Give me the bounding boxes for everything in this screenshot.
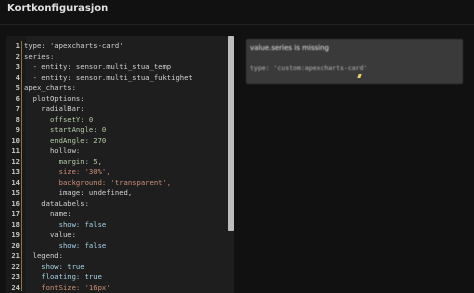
code-line[interactable]: 20 show: false <box>6 241 228 251</box>
code-line[interactable]: 19 value: <box>6 230 228 240</box>
code-line[interactable]: 11 hollow: <box>6 146 228 156</box>
code-text: - entity: sensor.multi_stua_temp <box>24 62 172 71</box>
code-line[interactable]: 14 background: 'transparent', <box>6 178 228 188</box>
line-number: 9 <box>15 125 20 134</box>
code-line[interactable]: 10 endAngle: 270 <box>6 136 228 146</box>
code-line[interactable]: 2 series: <box>6 52 228 62</box>
code-text: dataLabels: <box>24 198 89 208</box>
line-number: 17 <box>11 209 20 218</box>
line-number: 15 <box>11 188 20 197</box>
line-number: 22 <box>11 261 20 271</box>
line-number: 11 <box>11 146 20 155</box>
code-text: margin: 5, <box>24 156 102 166</box>
line-number: 7 <box>15 104 20 113</box>
code-line[interactable]: 13 size: '30%', <box>6 167 228 177</box>
line-number: 18 <box>11 219 20 229</box>
line-number: 19 <box>11 230 20 239</box>
dialog-title: Kortkonfigurasjon <box>7 3 109 14</box>
code-line[interactable]: 1 type: 'apexcharts-card' <box>6 41 228 51</box>
line-number: 24 <box>11 282 20 292</box>
header-divider <box>0 24 474 25</box>
code-text: offsetY: 0 <box>24 114 94 124</box>
code-text: radialBar: <box>24 104 85 113</box>
line-number: 4 <box>15 72 20 82</box>
code-line[interactable]: 18 show: false <box>6 220 228 230</box>
code-text: floating: true <box>24 272 102 281</box>
line-number: 13 <box>11 167 20 176</box>
line-number: 1 <box>15 41 20 50</box>
code-text: show: false <box>24 219 107 229</box>
code-text: value: <box>24 230 76 239</box>
code-text: endAngle: 270 <box>24 135 107 145</box>
line-number: 14 <box>11 177 20 187</box>
code-text: startAngle: 0 <box>24 125 107 134</box>
code-line[interactable]: 24 fontSize: '16px' <box>6 283 228 293</box>
code-line[interactable]: 4 - entity: sensor.multi_stua_fuktighet <box>6 73 228 83</box>
line-number: 23 <box>11 272 20 281</box>
code-text: size: '30%', <box>24 167 111 176</box>
code-line[interactable]: 21 legend: <box>6 251 228 261</box>
line-number: 5 <box>15 83 20 92</box>
code-text: series: <box>24 51 55 61</box>
code-line[interactable]: 22 show: true <box>6 262 228 272</box>
code-line[interactable]: 9 startAngle: 0 <box>6 125 228 135</box>
code-text: show: true <box>24 261 85 271</box>
card-preview: value.series is missing type: 'custom:ap… <box>246 39 463 84</box>
line-number: 10 <box>11 135 20 145</box>
code-text: name: <box>24 209 72 218</box>
line-number: 2 <box>15 51 20 61</box>
code-text: - entity: sensor.multi_stua_fuktighet <box>24 72 193 82</box>
code-text: apex_charts: <box>24 83 76 92</box>
code-line[interactable]: 8 offsetY: 0 <box>6 115 228 125</box>
editor-scrollbar-thumb[interactable] <box>228 36 234 231</box>
code-text: legend: <box>24 251 63 260</box>
code-line[interactable]: 16 dataLabels: <box>6 199 228 209</box>
code-line[interactable]: 6 plotOptions: <box>6 94 228 104</box>
code-line[interactable]: 7 radialBar: <box>6 104 228 114</box>
line-number: 3 <box>15 62 20 71</box>
line-number: 16 <box>11 198 20 208</box>
line-number: 6 <box>15 93 20 103</box>
preview-code-snippet: type: 'custom:apexcharts-card' <box>250 64 368 72</box>
line-number: 8 <box>15 114 20 124</box>
code-text: type: 'apexcharts-card' <box>24 41 124 50</box>
preview-error-message: value.series is missing <box>250 44 329 52</box>
code-line[interactable]: 5 apex_charts: <box>6 83 228 93</box>
code-line[interactable]: 3 - entity: sensor.multi_stua_temp <box>6 62 228 72</box>
code-text: plotOptions: <box>24 93 85 103</box>
code-text: image: undefined, <box>24 188 133 197</box>
code-text: fontSize: '16px' <box>24 282 111 292</box>
yaml-code-editor[interactable]: 1 type: 'apexcharts-card' 2 series: 3 - enti… <box>6 36 228 293</box>
line-number: 20 <box>11 240 20 250</box>
code-line[interactable]: 12 margin: 5, <box>6 157 228 167</box>
line-number: 21 <box>11 251 20 260</box>
code-text: show: false <box>24 240 107 250</box>
code-line[interactable]: 17 name: <box>6 209 228 219</box>
code-text: hollow: <box>24 146 81 155</box>
code-line[interactable]: 23 floating: true <box>6 272 228 282</box>
code-line[interactable]: 15 image: undefined, <box>6 188 228 198</box>
code-text: background: 'transparent', <box>24 177 172 187</box>
line-number: 12 <box>11 156 20 166</box>
